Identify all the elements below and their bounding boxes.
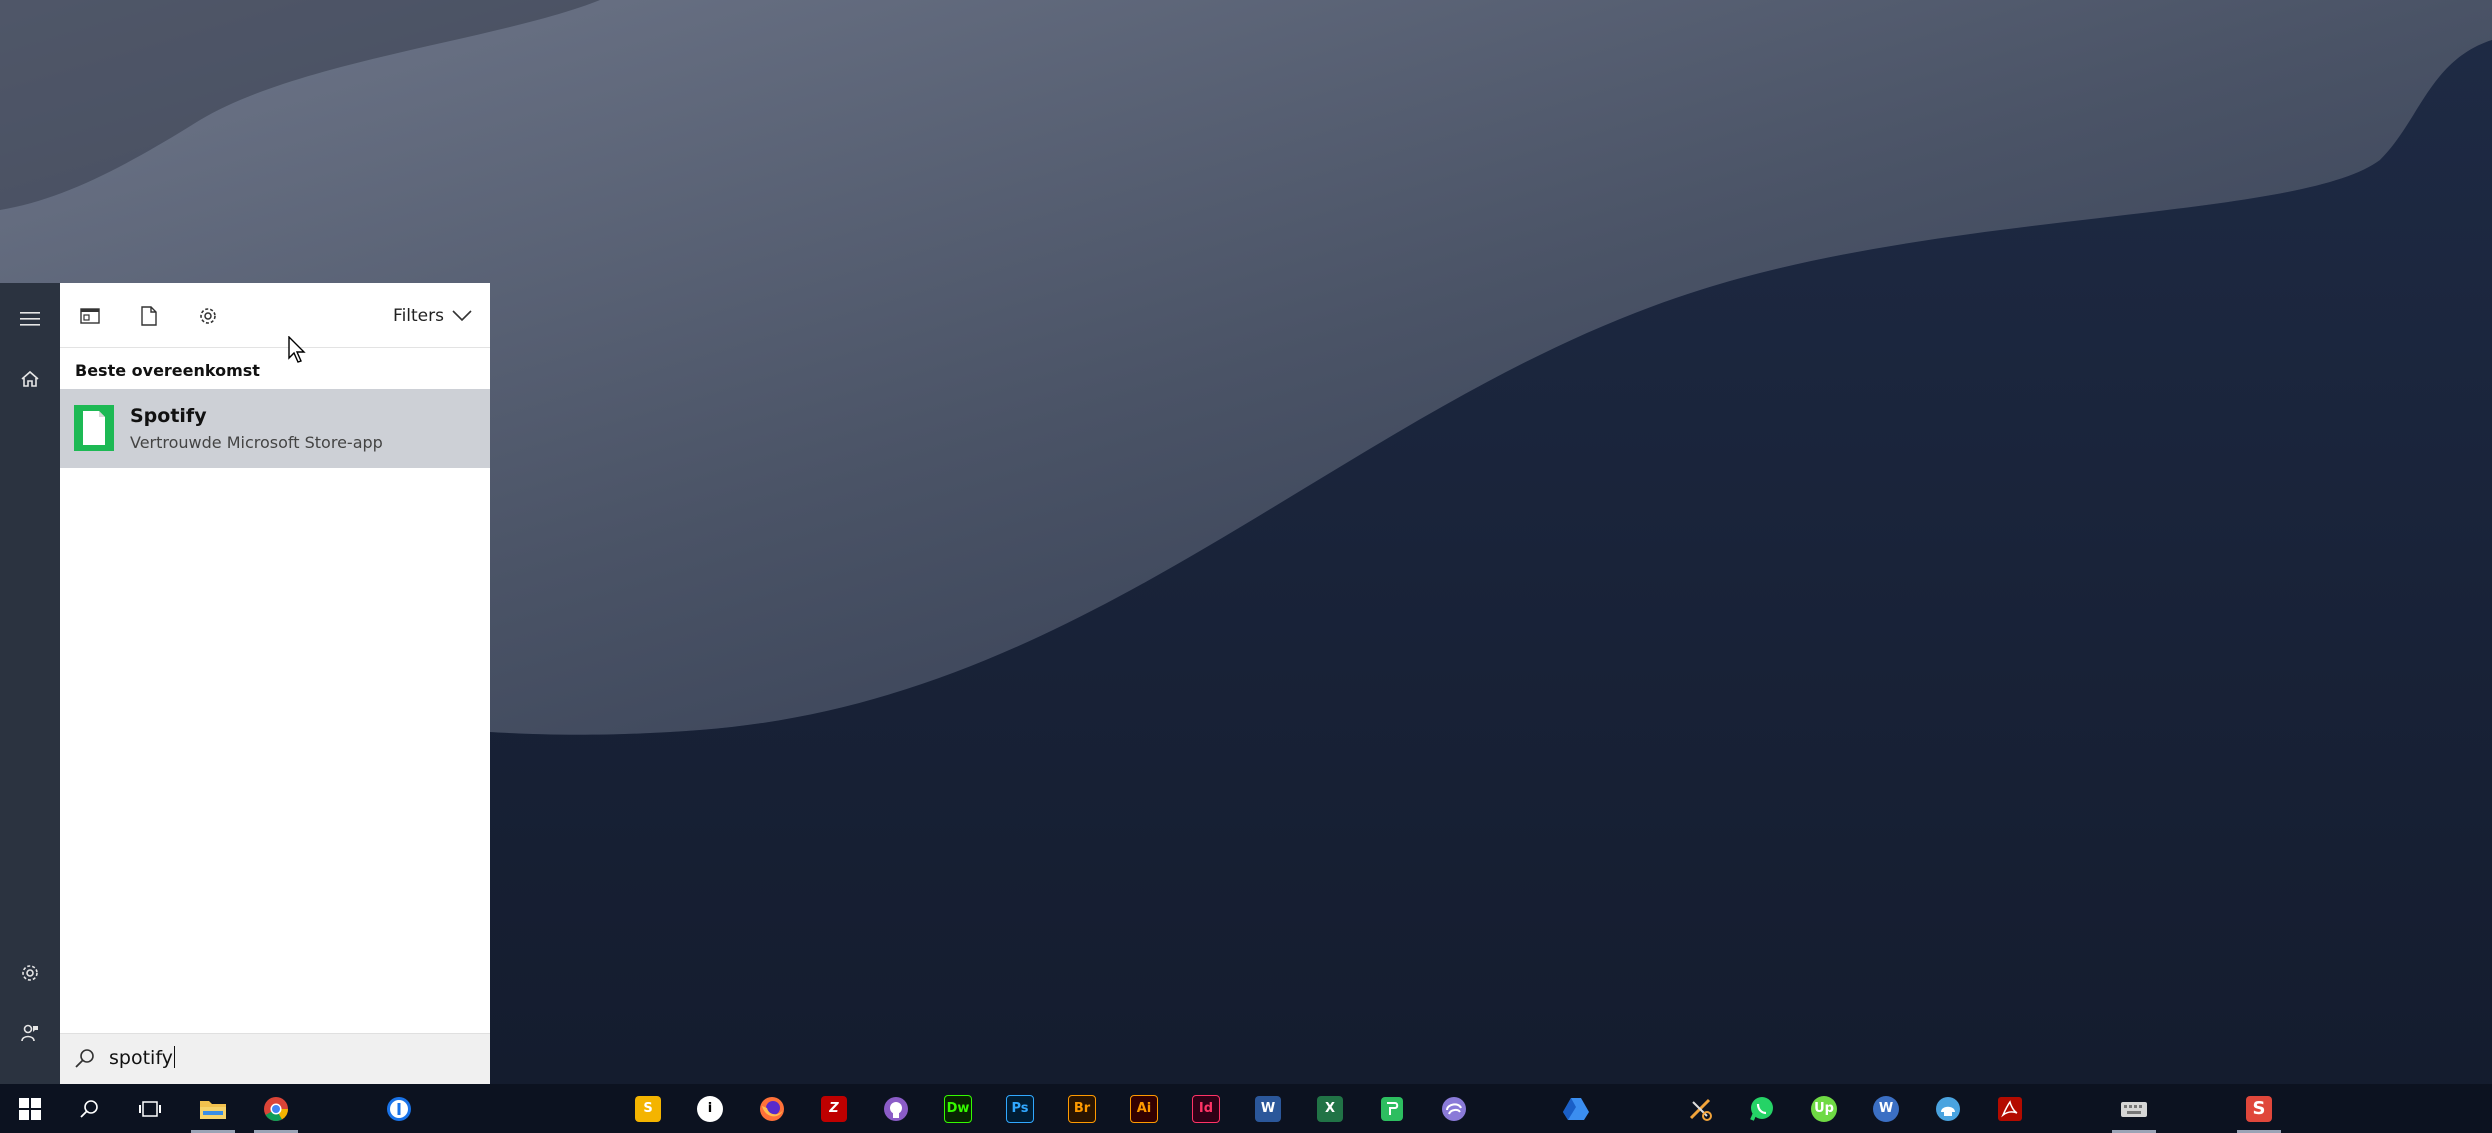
start-menu-rail — [0, 283, 60, 1084]
gear-icon[interactable] — [191, 299, 225, 333]
search-input[interactable]: spotify — [109, 1046, 175, 1069]
whatsapp-icon[interactable] — [1734, 1084, 1790, 1133]
chrome-icon[interactable] — [248, 1084, 304, 1133]
smartgit-icon[interactable]: S — [2231, 1084, 2287, 1133]
person-feedback-icon[interactable] — [0, 1005, 60, 1061]
spotify-app-icon — [74, 405, 114, 451]
filezilla-icon[interactable]: Z — [806, 1084, 862, 1133]
1password-icon[interactable] — [371, 1084, 427, 1133]
clipping-tool-icon[interactable] — [1672, 1084, 1728, 1133]
illustrator-icon[interactable]: Ai — [1116, 1084, 1172, 1133]
bridge-icon[interactable]: Br — [1054, 1084, 1110, 1133]
filters-label: Filters — [393, 306, 444, 326]
search-icon — [75, 1049, 94, 1068]
photoshop-icon[interactable]: Ps — [992, 1084, 1048, 1133]
word-icon[interactable]: W — [1240, 1084, 1296, 1133]
search-results-panel: Filters Beste overeenkomst Spotify Vertr… — [60, 283, 490, 1084]
dreamweaver-icon[interactable]: Dw — [930, 1084, 986, 1133]
search-input-value: spotify — [109, 1047, 173, 1069]
best-match-result[interactable]: Spotify Vertrouwde Microsoft Store-app — [60, 389, 490, 468]
excel-icon[interactable]: X — [1302, 1084, 1358, 1133]
search-top-bar: Filters — [60, 283, 490, 348]
taskbar-search-icon[interactable] — [62, 1084, 118, 1133]
document-icon[interactable] — [132, 299, 166, 333]
windows-start-icon[interactable] — [2, 1084, 58, 1133]
wordpress-icon[interactable]: W — [1858, 1084, 1914, 1133]
best-match-heading: Beste overeenkomst — [75, 361, 260, 380]
settings-gear-icon[interactable] — [0, 945, 60, 1001]
drive-icon[interactable] — [1548, 1084, 1604, 1133]
result-subtitle: Vertrouwde Microsoft Store-app — [130, 433, 383, 452]
info-icon[interactable]: i — [682, 1084, 738, 1133]
firefox-icon[interactable] — [744, 1084, 800, 1133]
torrent-icon[interactable] — [1426, 1084, 1482, 1133]
keyboard-icon[interactable] — [2106, 1084, 2162, 1133]
text-caret — [173, 1046, 175, 1068]
slides-icon[interactable]: S — [620, 1084, 676, 1133]
taskbar: S i Z Dw Ps Br Ai Id W X Up W S — [0, 1084, 2492, 1133]
indesign-icon[interactable]: Id — [1178, 1084, 1234, 1133]
mindnode-icon[interactable] — [1920, 1084, 1976, 1133]
filters-dropdown[interactable]: Filters — [393, 299, 472, 333]
mouse-cursor-icon — [288, 336, 306, 363]
hamburger-menu-icon[interactable] — [0, 291, 60, 347]
apps-window-icon[interactable] — [73, 299, 107, 333]
chevron-down-icon — [452, 310, 472, 322]
github-icon[interactable] — [868, 1084, 924, 1133]
evernote-icon[interactable] — [1364, 1084, 1420, 1133]
file-explorer-icon[interactable] — [185, 1084, 241, 1133]
upwork-icon[interactable]: Up — [1796, 1084, 1852, 1133]
result-title: Spotify — [130, 405, 207, 427]
search-box[interactable]: spotify — [60, 1033, 490, 1084]
acrobat-icon[interactable] — [1982, 1084, 2038, 1133]
home-icon[interactable] — [0, 351, 60, 407]
task-view-icon[interactable] — [122, 1084, 178, 1133]
